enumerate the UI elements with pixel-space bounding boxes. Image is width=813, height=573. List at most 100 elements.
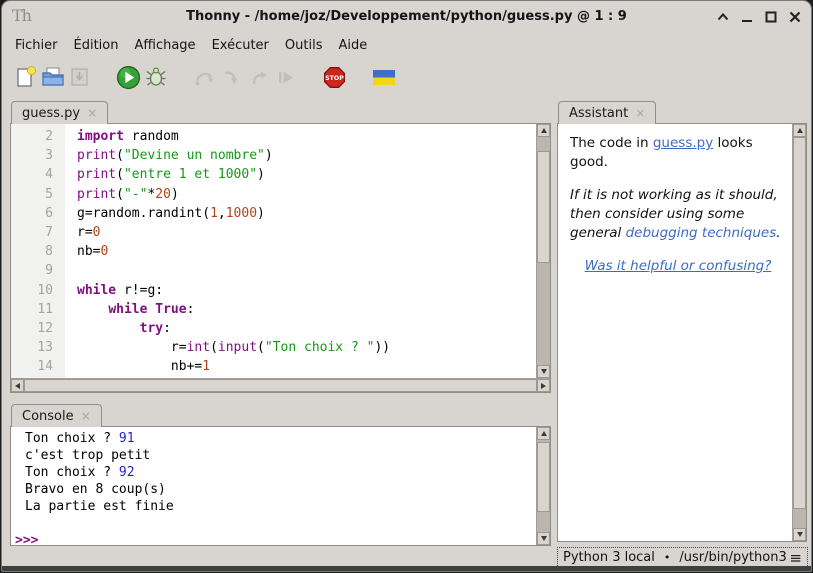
code-line: print("entre 1 et 1000") [77,167,536,186]
editor-panel: 234567891011121314 import randomprint("D… [10,123,551,393]
new-file-button[interactable] [12,64,39,91]
save-file-button[interactable] [66,64,93,91]
tab-label: Console [22,409,74,424]
tab-console[interactable]: Console × [11,404,102,427]
tab-close-icon[interactable]: × [635,107,645,119]
scroll-track[interactable] [537,440,550,532]
arrow-up-icon [541,128,547,133]
scroll-track[interactable] [24,379,537,392]
line-number: 5 [11,187,65,206]
step-into-icon [220,65,244,89]
tab-label: guess.py [22,106,80,121]
assistant-panel: The code in guess.py looks good. If it is… [557,123,807,542]
close-button[interactable] [784,6,805,27]
svg-text:STOP: STOP [325,74,344,81]
line-number: 4 [11,167,65,186]
assistant-vscrollbar[interactable] [792,124,806,541]
backend-path[interactable]: /usr/bin/python3 [679,550,789,565]
tab-close-icon[interactable]: × [81,410,91,422]
editor-hscrollbar[interactable] [11,378,550,392]
scroll-thumb[interactable] [537,442,550,512]
menu-executer[interactable]: Exécuter [204,35,277,56]
console-vscrollbar[interactable] [536,427,550,545]
console-line [11,516,536,533]
open-folder-icon [41,65,65,89]
line-number: 7 [11,225,65,244]
assistant-link[interactable]: debugging techniques [626,225,777,241]
assistant-body: The code in guess.py looks good. If it is… [558,124,792,541]
backend-status-bar[interactable]: Python 3 local • /usr/bin/python3 ≡ [557,547,808,568]
resume-icon [274,65,298,89]
tab-close-icon[interactable]: × [87,107,97,119]
code-line [77,263,536,282]
stop-button[interactable]: STOP [321,64,348,91]
scroll-right-button[interactable] [537,379,550,392]
line-number: 2 [11,129,65,148]
tab-guess-py[interactable]: guess.py × [11,101,108,124]
shade-button[interactable] [712,6,733,27]
debug-script-button[interactable] [142,64,169,91]
panel-sash[interactable] [551,123,557,546]
step-over-button[interactable] [191,64,218,91]
assistant-text: . [776,225,780,241]
scroll-thumb[interactable] [537,151,550,263]
window-controls [712,6,805,27]
scroll-thumb[interactable] [793,137,806,509]
minimize-button[interactable] [736,6,757,27]
menu-fichier[interactable]: Fichier [7,35,66,56]
new-file-icon [14,65,38,89]
line-number: 9 [11,263,65,282]
assistant-link[interactable]: Was it helpful or confusing? [585,258,772,274]
open-file-button[interactable] [39,64,66,91]
console-prompt[interactable]: >>> [11,533,536,545]
scroll-down-button[interactable] [537,532,550,545]
save-icon [68,65,92,89]
backend-name[interactable]: Python 3 local [563,550,655,565]
scroll-up-button[interactable] [793,124,806,137]
line-number: 8 [11,244,65,263]
ukraine-flag-icon [372,65,396,89]
console-line: La partie est finie [11,499,536,516]
scroll-track[interactable] [537,137,550,365]
resume-button[interactable] [272,64,299,91]
editor-code-area[interactable]: import randomprint("Devine un nombre")pr… [65,124,536,378]
menu-edition[interactable]: Édition [66,35,127,56]
run-script-button[interactable] [115,64,142,91]
editor-vscrollbar[interactable] [536,124,550,378]
code-line: r=0 [77,225,536,244]
console-line: Ton choix ? 91 [11,431,536,448]
line-number: 11 [11,302,65,321]
console-output[interactable]: Ton choix ? 91c'est trop petitTon choix … [11,427,536,545]
scroll-thumb[interactable] [24,379,537,392]
support-ukraine-button[interactable] [370,64,397,91]
tab-assistant[interactable]: Assistant × [558,101,656,124]
maximize-button[interactable] [760,6,781,27]
stop-sign-icon: STOP [322,65,347,90]
code-line: import random [77,129,536,148]
assistant-paragraph: If it is not working as it should, then … [570,186,786,243]
titlebar[interactable]: Th Thonny - /home/joz/Developpement/pyth… [2,1,811,33]
scroll-left-button[interactable] [11,379,24,392]
scroll-up-button[interactable] [537,124,550,137]
assistant-paragraph: The code in guess.py looks good. [570,134,786,172]
menu-outils[interactable]: Outils [277,35,331,56]
assistant-link[interactable]: guess.py [653,135,713,151]
scroll-up-button[interactable] [537,427,550,440]
scroll-down-button[interactable] [793,528,806,541]
step-out-button[interactable] [245,64,272,91]
tab-label: Assistant [569,106,628,121]
scroll-track[interactable] [793,137,806,528]
step-into-button[interactable] [218,64,245,91]
arrow-right-icon [541,383,546,389]
arrow-left-icon [15,383,20,389]
backend-menu-icon[interactable]: ≡ [789,549,802,567]
menu-aide[interactable]: Aide [330,35,375,56]
scroll-down-button[interactable] [537,365,550,378]
code-line: r=int(input("Ton choix ? ")) [77,340,536,359]
menu-affichage[interactable]: Affichage [126,35,203,56]
console-panel: Ton choix ? 91c'est trop petitTon choix … [10,426,551,546]
line-number: 14 [11,359,65,378]
arrow-up-icon [541,431,547,436]
code-line: while True: [77,302,536,321]
arrow-down-icon [541,536,547,541]
